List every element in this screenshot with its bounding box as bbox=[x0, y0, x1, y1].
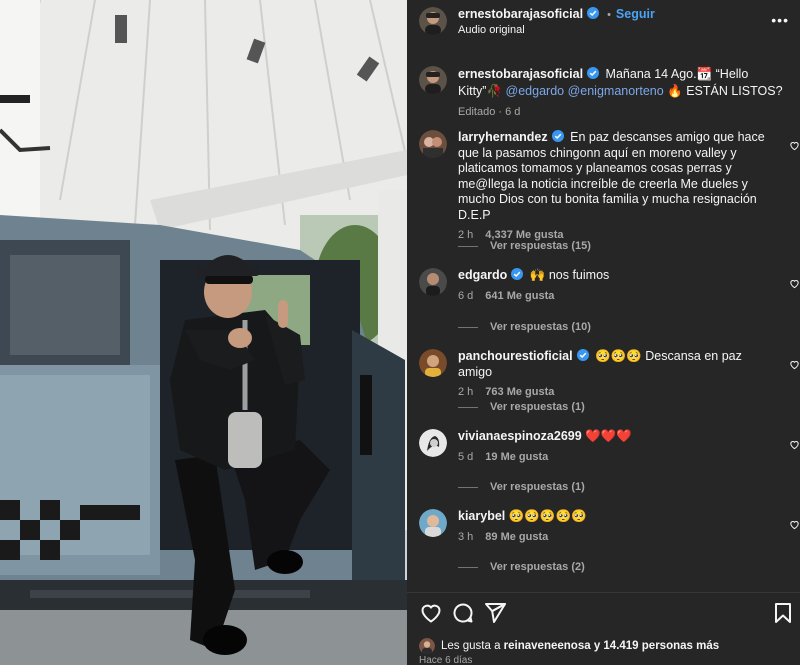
commenter-username[interactable]: larryhernandez bbox=[458, 130, 548, 144]
separator-dot: • bbox=[607, 8, 611, 21]
comment-text: 🙌 nos fuimos bbox=[529, 268, 610, 282]
replies-line bbox=[458, 326, 478, 328]
replies-line bbox=[458, 486, 478, 488]
commenter-avatar[interactable] bbox=[419, 509, 447, 537]
likes-summary[interactable]: Les gusta a reinaveneenosa y 14.419 pers… bbox=[419, 638, 719, 654]
share-icon[interactable] bbox=[483, 601, 507, 625]
post-caption: ernestobarajasoficial Mañana 14 Ago.📆 “H… bbox=[419, 66, 789, 121]
caption-text: 🔥 ESTÁN LISTOS? bbox=[667, 84, 783, 98]
comment-like-heart-icon[interactable] bbox=[789, 359, 800, 370]
post-media[interactable] bbox=[0, 0, 407, 665]
author-username[interactable]: ernestobarajasoficial bbox=[458, 7, 583, 21]
commenter-avatar[interactable] bbox=[419, 130, 447, 158]
action-bar bbox=[419, 601, 795, 627]
commenter-avatar[interactable] bbox=[419, 268, 447, 296]
comment-likes[interactable]: 763 Me gusta bbox=[485, 386, 554, 398]
comment-age[interactable]: 6 d bbox=[458, 290, 473, 302]
view-replies-button[interactable]: Ver respuestas (2) bbox=[458, 561, 585, 573]
comment-item: larryhernandez En paz descanses amigo qu… bbox=[419, 130, 800, 244]
caption-username[interactable]: ernestobarajasoficial bbox=[458, 67, 583, 81]
mention-link[interactable]: @edgardo bbox=[506, 84, 565, 98]
view-replies-label: Ver respuestas (1) bbox=[490, 401, 585, 413]
likes-user-link[interactable]: reinaveneenosa bbox=[504, 640, 591, 652]
comment-text: ❤️❤️❤️ bbox=[585, 429, 632, 443]
comment-age[interactable]: 2 h bbox=[458, 386, 473, 398]
audio-label[interactable]: Audio original bbox=[458, 23, 655, 37]
heart-icon[interactable] bbox=[419, 601, 443, 625]
comment-item: panchourestioficial 🥺🥺🥺 Descansa en paz … bbox=[419, 349, 800, 401]
liker-avatar bbox=[419, 638, 435, 654]
comment-age[interactable]: 3 h bbox=[458, 531, 473, 543]
more-options-icon[interactable]: ••• bbox=[771, 12, 789, 28]
view-replies-button[interactable]: Ver respuestas (15) bbox=[458, 240, 591, 252]
comment-age[interactable]: 5 d bbox=[458, 451, 473, 463]
commenter-avatar[interactable] bbox=[419, 429, 447, 457]
comment-item: kiarybel 🥺🥺🥺🥺🥺 3 h 89 Me gusta bbox=[419, 509, 800, 545]
likes-prefix: Les gusta a bbox=[441, 640, 501, 652]
verified-badge-icon bbox=[587, 67, 600, 79]
commenter-username[interactable]: vivianaespinoza2699 bbox=[458, 429, 582, 443]
view-replies-button[interactable]: Ver respuestas (1) bbox=[458, 481, 585, 493]
follow-button[interactable]: Seguir bbox=[616, 7, 655, 21]
view-replies-label: Ver respuestas (2) bbox=[490, 561, 585, 573]
commenter-avatar[interactable] bbox=[419, 349, 447, 377]
comment-like-heart-icon[interactable] bbox=[789, 278, 800, 289]
caption-age[interactable]: 6 d bbox=[505, 106, 520, 118]
mention-link[interactable]: @enigmanorteno bbox=[568, 84, 664, 98]
comment-likes[interactable]: 19 Me gusta bbox=[485, 451, 548, 463]
comment-like-heart-icon[interactable] bbox=[789, 439, 800, 450]
view-replies-label: Ver respuestas (1) bbox=[490, 481, 585, 493]
view-replies-label: Ver respuestas (15) bbox=[490, 240, 591, 252]
commenter-username[interactable]: panchourestioficial bbox=[458, 349, 573, 363]
verified-badge-icon bbox=[511, 268, 524, 280]
comment-like-heart-icon[interactable] bbox=[789, 140, 800, 151]
commenter-username[interactable]: kiarybel bbox=[458, 509, 505, 523]
comment-like-heart-icon[interactable] bbox=[789, 519, 800, 530]
verified-badge-icon bbox=[576, 349, 589, 361]
likes-suffix[interactable]: y 14.419 personas más bbox=[594, 640, 719, 652]
view-replies-label: Ver respuestas (10) bbox=[490, 321, 591, 333]
replies-line bbox=[458, 566, 478, 568]
bookmark-icon[interactable] bbox=[771, 601, 795, 625]
caption-author-avatar[interactable] bbox=[419, 66, 447, 94]
post-header: ernestobarajasoficial • Seguir Audio origi… bbox=[419, 6, 789, 36]
video-frame-image bbox=[0, 0, 407, 665]
comment-icon[interactable] bbox=[451, 601, 475, 625]
replies-line bbox=[458, 245, 478, 247]
verified-badge-icon bbox=[587, 6, 600, 19]
comment-item: vivianaespinoza2699 ❤️❤️❤️ 5 d 19 Me gust… bbox=[419, 429, 800, 465]
verified-badge-icon bbox=[551, 130, 564, 142]
post-timestamp[interactable]: Hace 6 días bbox=[419, 655, 472, 665]
commenter-username[interactable]: edgardo bbox=[458, 268, 507, 282]
author-avatar[interactable] bbox=[419, 7, 447, 35]
comment-item: edgardo 🙌 nos fuimos 6 d 641 Me gusta bbox=[419, 268, 800, 304]
actions-divider bbox=[407, 592, 800, 593]
edited-label: Editado bbox=[458, 106, 496, 118]
view-replies-button[interactable]: Ver respuestas (10) bbox=[458, 321, 591, 333]
view-replies-button[interactable]: Ver respuestas (1) bbox=[458, 401, 585, 413]
post-side-panel: ernestobarajasoficial • Seguir Audio origi… bbox=[407, 0, 800, 665]
replies-line bbox=[458, 406, 478, 408]
comment-text: 🥺🥺🥺🥺🥺 bbox=[508, 509, 587, 523]
comment-likes[interactable]: 641 Me gusta bbox=[485, 290, 554, 302]
comment-likes[interactable]: 89 Me gusta bbox=[485, 531, 548, 543]
